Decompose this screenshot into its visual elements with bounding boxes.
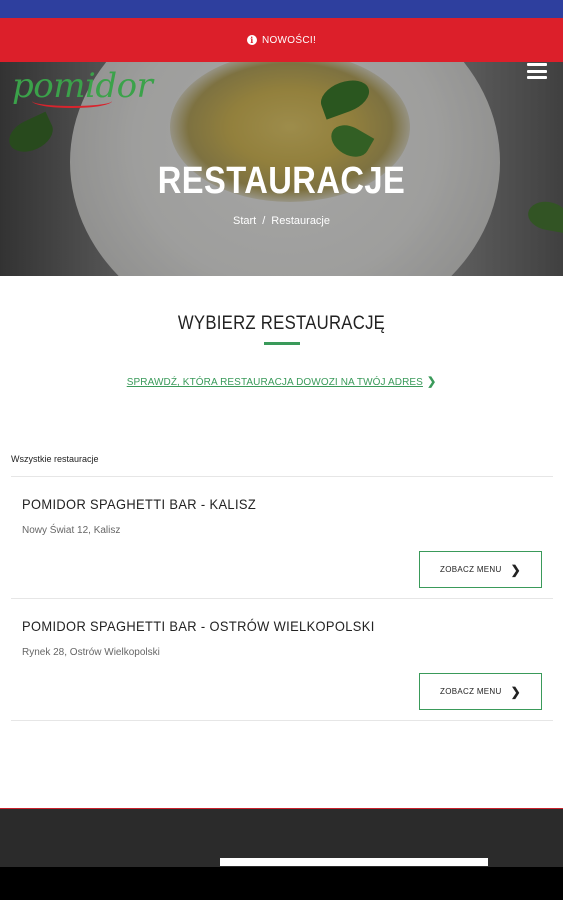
logo-swoosh [32,94,112,108]
breadcrumb: Start / Restauracje [0,215,563,227]
system-nav-bar [0,867,563,900]
news-label: NOWOŚCI! [261,34,317,46]
news-bar[interactable]: i NOWOŚCI! [0,18,563,62]
view-menu-button[interactable]: ZOBACZ MENU ❯ [419,673,542,710]
check-delivery-link[interactable]: SPRAWDŹ, KTÓRA RESTAURACJA DOWOZI NA TWÓ… [0,375,563,388]
breadcrumb-current: Restauracje [271,215,330,227]
breadcrumb-separator: / [262,215,266,227]
chevron-right-icon: ❯ [426,376,437,388]
chevron-right-icon: ❯ [510,562,521,577]
section-title: WYBIERZ RESTAURACJĘ [177,313,386,334]
title-underline [264,342,300,345]
check-delivery-link-label: SPRAWDŹ, KTÓRA RESTAURACJA DOWOZI NA TWÓ… [126,377,423,388]
menu-line [527,76,547,79]
restaurant-item: POMIDOR SPAGHETTI BAR - OSTRÓW WIELKOPOL… [11,599,553,721]
breadcrumb-home[interactable]: Start [233,215,256,227]
restaurant-name: POMIDOR SPAGHETTI BAR - KALISZ [22,496,257,512]
restaurant-item: POMIDOR SPAGHETTI BAR - KALISZ Nowy Świa… [11,477,553,599]
view-menu-button[interactable]: ZOBACZ MENU ❯ [419,551,542,588]
menu-line [527,63,547,66]
all-restaurants-label: Wszystkie restauracje [11,454,99,464]
restaurant-address: Nowy Świat 12, Kalisz [22,525,121,536]
view-menu-label: ZOBACZ MENU [440,687,502,696]
status-bar [0,0,563,18]
hamburger-menu-icon[interactable] [527,63,547,79]
view-menu-label: ZOBACZ MENU [440,565,502,574]
restaurant-address: Rynek 28, Ostrów Wielkopolski [22,647,160,658]
page-title: RESTAURACJE [157,160,406,202]
chevron-right-icon: ❯ [510,684,521,699]
restaurant-list: POMIDOR SPAGHETTI BAR - KALISZ Nowy Świa… [11,476,553,721]
home-indicator[interactable] [220,858,488,866]
restaurant-name: POMIDOR SPAGHETTI BAR - OSTRÓW WIELKOPOL… [22,618,375,634]
menu-line [527,69,547,73]
info-icon: i [246,35,257,45]
